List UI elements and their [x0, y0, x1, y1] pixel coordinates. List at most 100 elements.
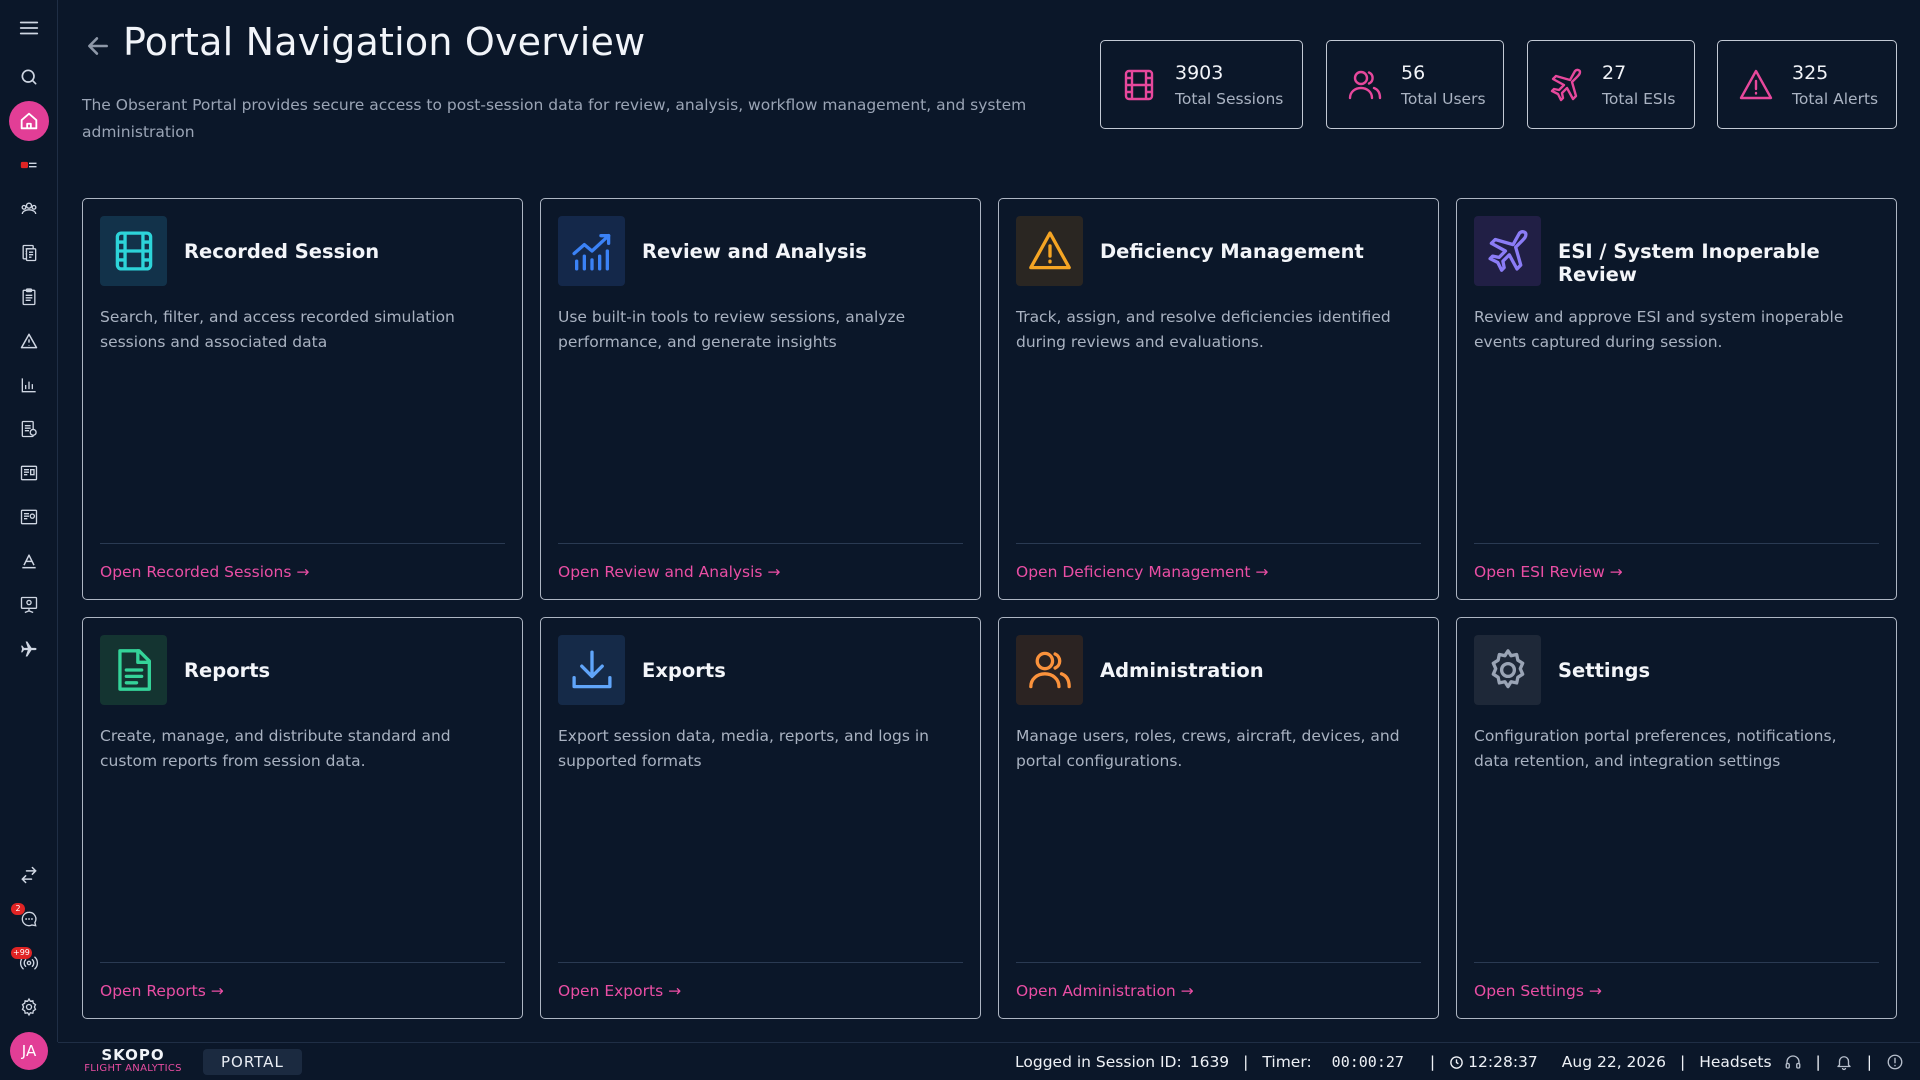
- card-description: Search, filter, and access recorded simu…: [100, 308, 455, 351]
- stat-label: Total Users: [1401, 89, 1486, 108]
- gear-icon[interactable]: [9, 987, 49, 1027]
- divider: [1016, 543, 1421, 544]
- alert-triangle-icon: [1738, 67, 1774, 103]
- analytics-icon[interactable]: [9, 365, 49, 405]
- text-icon[interactable]: [9, 541, 49, 581]
- recordings-icon[interactable]: [9, 145, 49, 185]
- chat-icon[interactable]: 2: [9, 899, 49, 939]
- date-value: Aug 22, 2026: [1561, 1053, 1666, 1071]
- clock-icon: [1449, 1055, 1464, 1070]
- divider: [1474, 543, 1879, 544]
- stat-value: 27: [1602, 61, 1627, 84]
- card-title: Exports: [642, 659, 726, 682]
- card-reports[interactable]: Reports Create, manage, and distribute s…: [82, 617, 523, 1019]
- film-icon: [100, 216, 167, 286]
- stat-total-alerts: 325 Total Alerts: [1717, 40, 1897, 129]
- stat-label: Total Sessions: [1175, 89, 1284, 108]
- card-description: Review and approve ESI and system inoper…: [1474, 308, 1844, 351]
- documents-icon[interactable]: [9, 233, 49, 273]
- divider: [100, 543, 505, 544]
- warning-icon[interactable]: [9, 321, 49, 361]
- brand-name: SKOPO: [101, 1046, 165, 1064]
- card-title: Settings: [1558, 659, 1651, 682]
- open-administration-link[interactable]: Open Administration →: [1016, 982, 1194, 1000]
- divider: [100, 962, 505, 963]
- download-icon: [558, 635, 625, 705]
- card-title: Deficiency Management: [1100, 240, 1364, 263]
- open-recorded-sessions-link[interactable]: Open Recorded Sessions →: [100, 563, 309, 581]
- timer-label: Timer:: [1262, 1053, 1312, 1071]
- back-arrow-icon[interactable]: [82, 30, 114, 62]
- stat-total-sessions: 3903 Total Sessions: [1100, 40, 1303, 129]
- alert-triangle-icon: [1016, 216, 1083, 286]
- reports-icon[interactable]: [9, 409, 49, 449]
- bell-icon[interactable]: [1835, 1053, 1853, 1071]
- card-administration[interactable]: Administration Manage users, roles, crew…: [998, 617, 1439, 1019]
- headsets-label: Headsets: [1699, 1053, 1772, 1071]
- open-deficiency-management-link[interactable]: Open Deficiency Management →: [1016, 563, 1268, 581]
- divider: [1016, 962, 1421, 963]
- media-icon[interactable]: [9, 453, 49, 493]
- open-exports-link[interactable]: Open Exports →: [558, 982, 681, 1000]
- open-reports-link[interactable]: Open Reports →: [100, 982, 224, 1000]
- card-description: Configuration portal preferences, notifi…: [1474, 727, 1837, 770]
- logs-icon[interactable]: [9, 497, 49, 537]
- separator: |: [1429, 1053, 1436, 1071]
- plane-icon[interactable]: [9, 629, 49, 669]
- presentation-icon[interactable]: [9, 585, 49, 625]
- session-label: Logged in Session ID:: [1015, 1053, 1182, 1071]
- gear-icon: [1474, 635, 1541, 705]
- open-settings-link[interactable]: Open Settings →: [1474, 982, 1602, 1000]
- stat-value: 3903: [1175, 61, 1224, 84]
- info-icon[interactable]: [1886, 1053, 1904, 1071]
- card-title: Recorded Session: [184, 240, 380, 263]
- menu-icon[interactable]: [9, 8, 49, 48]
- divider: [1474, 962, 1879, 963]
- users-icon: [1016, 635, 1083, 705]
- home-icon[interactable]: [9, 101, 49, 141]
- timer-value: 00:00:27: [1331, 1053, 1404, 1071]
- card-description: Use built-in tools to review sessions, a…: [558, 308, 906, 351]
- chart-line-icon: [558, 216, 625, 286]
- session-id: 1639: [1189, 1053, 1230, 1071]
- film-icon: [1121, 67, 1157, 103]
- card-deficiency-management[interactable]: Deficiency Management Track, assign, and…: [998, 198, 1439, 600]
- card-settings[interactable]: Settings Configuration portal preference…: [1456, 617, 1897, 1019]
- stat-value: 56: [1401, 61, 1426, 84]
- stat-label: Total Alerts: [1792, 89, 1879, 108]
- headset-icon[interactable]: [1784, 1053, 1802, 1071]
- separator: |: [1866, 1053, 1872, 1071]
- card-title: Reports: [184, 659, 271, 682]
- card-title: Review and Analysis: [642, 240, 867, 263]
- card-esi-review[interactable]: ESI / System Inoperable Review Review an…: [1456, 198, 1897, 600]
- avatar[interactable]: JA: [10, 1032, 48, 1070]
- card-title: ESI / System Inoperable Review: [1558, 240, 1820, 286]
- card-description: Manage users, roles, crews, aircraft, de…: [1016, 727, 1400, 770]
- card-description: Create, manage, and distribute standard …: [100, 727, 451, 770]
- separator: |: [1680, 1053, 1686, 1071]
- portal-badge: PORTAL: [203, 1049, 302, 1075]
- radio-badge: +99: [11, 947, 32, 959]
- stat-total-esis: 27 Total ESIs: [1527, 40, 1695, 129]
- page-title: Portal Navigation Overview: [123, 20, 646, 64]
- divider: [558, 543, 963, 544]
- card-review-analysis[interactable]: Review and Analysis Use built-in tools t…: [540, 198, 981, 600]
- users-icon: [1347, 67, 1383, 103]
- radio-icon[interactable]: +99: [9, 943, 49, 983]
- separator: |: [1243, 1053, 1249, 1071]
- plane-icon: [1548, 67, 1584, 103]
- open-esi-review-link[interactable]: Open ESI Review →: [1474, 563, 1623, 581]
- document-icon: [100, 635, 167, 705]
- stat-label: Total ESIs: [1602, 89, 1676, 108]
- stat-total-users: 56 Total Users: [1326, 40, 1504, 129]
- crew-icon[interactable]: [9, 189, 49, 229]
- card-exports[interactable]: Exports Export session data, media, repo…: [540, 617, 981, 1019]
- card-recorded-session[interactable]: Recorded Session Search, filter, and acc…: [82, 198, 523, 600]
- divider: [558, 962, 963, 963]
- card-description: Track, assign, and resolve deficiencies …: [1016, 308, 1391, 351]
- chat-badge: 2: [11, 903, 25, 915]
- clipboard-icon[interactable]: [9, 277, 49, 317]
- swap-icon[interactable]: [9, 855, 49, 895]
- open-review-analysis-link[interactable]: Open Review and Analysis →: [558, 563, 780, 581]
- search-icon[interactable]: [9, 57, 49, 97]
